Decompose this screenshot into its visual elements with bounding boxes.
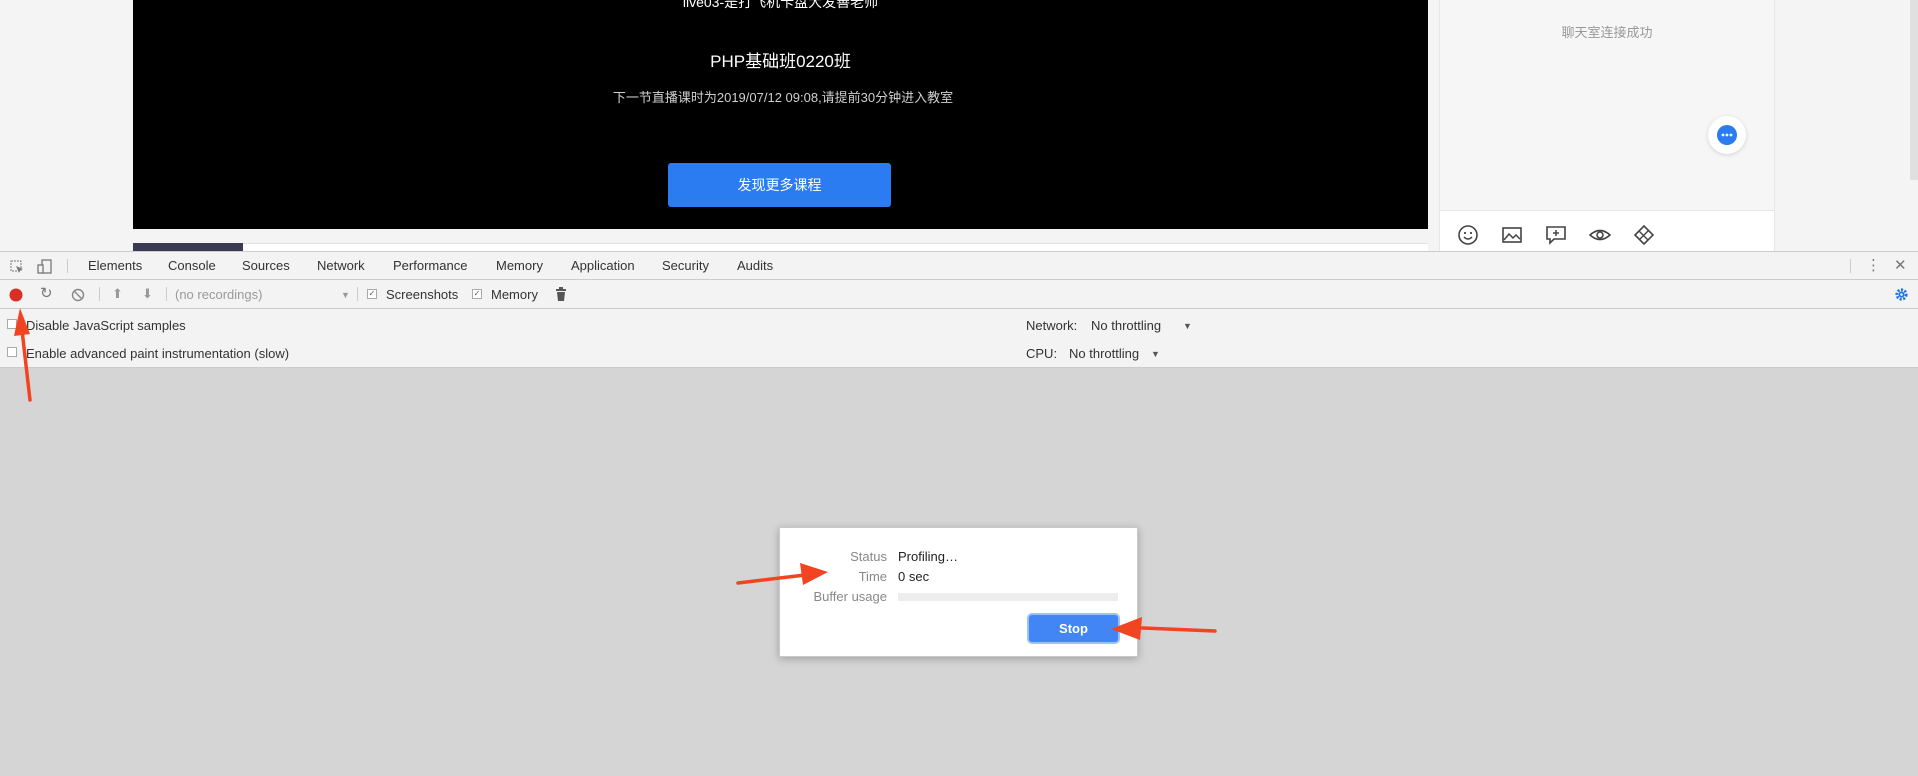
disable-js-samples-label: Disable JavaScript samples: [26, 318, 186, 333]
tab-memory[interactable]: Memory: [496, 252, 543, 280]
page-scrollbar[interactable]: [1910, 0, 1918, 180]
disable-js-samples-checkbox[interactable]: [7, 319, 17, 329]
network-throttle-select[interactable]: No throttling: [1091, 318, 1161, 333]
garbage-collect-icon[interactable]: [555, 287, 567, 304]
tab-security[interactable]: Security: [662, 252, 709, 280]
tab-separator: [67, 259, 68, 273]
video-info-strip: [133, 243, 1428, 251]
time-value: 0 sec: [898, 569, 930, 584]
live-video-area: live03-是打飞机卡盘大发善老师 PHP基础班0220班 下一节直播课时为2…: [133, 0, 1428, 229]
next-lesson-text: 下一节直播课时为2019/07/12 09:08,请提前30分钟进入教室: [612, 90, 954, 105]
network-throttle-label: Network:: [1026, 318, 1078, 333]
screenshots-label: Screenshots: [386, 287, 459, 302]
chat-toolbar: [1440, 210, 1774, 251]
save-profile-icon[interactable]: ⬇: [142, 287, 153, 300]
memory-label: Memory: [491, 287, 538, 302]
teacher-thumbnail: [133, 243, 243, 251]
discover-courses-button[interactable]: 发现更多课程: [668, 163, 891, 207]
chevron-down-icon[interactable]: ▼: [341, 289, 350, 302]
tab-performance[interactable]: Performance: [385, 252, 476, 282]
cpu-throttle-select[interactable]: No throttling: [1069, 346, 1139, 361]
capture-settings-gear-icon[interactable]: [1894, 287, 1909, 304]
record-button[interactable]: [9, 288, 23, 304]
tab-audits[interactable]: Audits: [737, 252, 773, 280]
recordings-select[interactable]: (no recordings): [175, 287, 262, 302]
tab-elements[interactable]: Elements: [88, 252, 142, 280]
webpage-viewport: live03-是打飞机卡盘大发善老师 PHP基础班0220班 下一节直播课时为2…: [0, 0, 1918, 251]
clear-icon[interactable]: [71, 288, 85, 304]
toolbar-separator: [357, 287, 358, 301]
screenshots-checkbox[interactable]: ✓: [367, 289, 377, 299]
status-label: Status: [850, 549, 887, 564]
status-value: Profiling…: [898, 549, 958, 564]
more-options-icon[interactable]: ⋮: [1866, 258, 1881, 273]
advanced-paint-checkbox[interactable]: [7, 347, 17, 357]
devtools-tabbar: Elements Console Sources Network Perform…: [0, 251, 1918, 282]
performance-toolbar: ↻ ⬆ ⬇ (no recordings) ▼ ✓ Screenshots ✓ …: [0, 280, 1918, 309]
load-profile-icon[interactable]: ⬆: [112, 287, 123, 300]
chevron-down-icon[interactable]: ▼: [1151, 348, 1160, 361]
time-label: Time: [858, 569, 887, 584]
chat-status: 聊天室连接成功: [1561, 25, 1653, 40]
chat-panel: 聊天室连接成功: [1439, 0, 1775, 251]
close-devtools-icon[interactable]: ✕: [1894, 258, 1907, 273]
eye-icon[interactable]: [1588, 224, 1612, 251]
profiling-status-dialog: Status Profiling… Time 0 sec Buffer usag…: [779, 527, 1138, 657]
chat-bubble-button[interactable]: [1708, 116, 1746, 154]
buffer-usage-bar: [898, 593, 1118, 601]
gift-icon[interactable]: [1633, 224, 1655, 251]
tab-sources[interactable]: Sources: [242, 252, 290, 280]
memory-checkbox[interactable]: ✓: [472, 289, 482, 299]
advanced-paint-label: Enable advanced paint instrumentation (s…: [26, 346, 290, 361]
record-icon: [9, 288, 23, 302]
smiley-icon[interactable]: [1457, 224, 1479, 251]
course-title: PHP基础班0220班: [710, 52, 851, 71]
device-toolbar-icon[interactable]: [37, 259, 53, 276]
tab-console[interactable]: Console: [168, 252, 216, 280]
reload-profile-icon[interactable]: ↻: [40, 286, 53, 301]
tab-application[interactable]: Application: [571, 252, 635, 280]
toolbar-separator: [166, 287, 167, 301]
image-icon[interactable]: [1501, 224, 1523, 251]
toolbar-separator: [99, 287, 100, 301]
chat-bubble-icon: [1717, 125, 1737, 145]
tab-separator: [1850, 259, 1851, 273]
cpu-throttle-label: CPU:: [1026, 346, 1058, 361]
buffer-usage-label: Buffer usage: [813, 589, 887, 604]
chevron-down-icon[interactable]: ▼: [1183, 320, 1192, 333]
stop-button[interactable]: Stop: [1029, 615, 1118, 642]
capture-settings-pane: Disable JavaScript samples Enable advanc…: [0, 309, 1918, 368]
tab-network[interactable]: Network: [317, 252, 365, 280]
question-icon[interactable]: [1545, 224, 1567, 251]
inspect-element-icon[interactable]: [10, 260, 24, 276]
top-cut-text: live03-是打飞机卡盘大发善老师: [682, 0, 879, 10]
